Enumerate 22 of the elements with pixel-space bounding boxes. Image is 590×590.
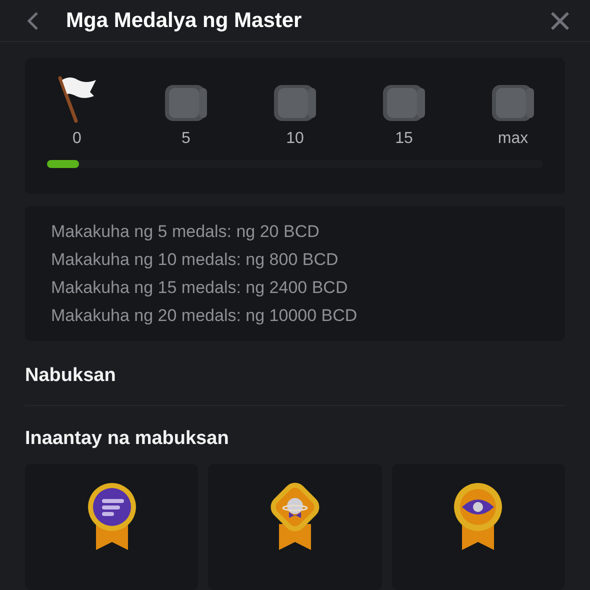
milestone-label: 5	[182, 130, 190, 148]
badge-icon	[490, 82, 536, 124]
milestone-label: 0	[72, 130, 82, 148]
milestone-label: 10	[286, 130, 304, 148]
badge-icon	[381, 82, 427, 124]
badge-icon	[163, 82, 209, 124]
reward-text: Makakuha ng 5 medals: ng 20 BCD	[51, 222, 320, 242]
window-title: Mga Medalya ng Master	[66, 8, 303, 32]
medal-card[interactable]	[208, 464, 382, 590]
section-title: Inaantay na mabuksan	[25, 428, 229, 449]
back-button[interactable]	[26, 10, 40, 30]
reward-text: Makakuha ng 15 medals: ng 2400 BCD	[51, 278, 349, 298]
badge-icon	[272, 82, 318, 124]
milestone-label: max	[498, 130, 528, 148]
medal-card[interactable]	[25, 464, 198, 590]
section-title: Nabuksan	[25, 365, 116, 386]
reward-text: Makakuha ng 10 medals: ng 800 BCD	[51, 250, 340, 270]
reward-text: Makakuha ng 20 medals: ng 10000 BCD	[51, 306, 358, 326]
medal-card[interactable]	[392, 464, 565, 590]
close-button[interactable]	[550, 10, 570, 30]
milestone-label: 15	[395, 130, 413, 148]
flag-icon	[56, 74, 98, 124]
